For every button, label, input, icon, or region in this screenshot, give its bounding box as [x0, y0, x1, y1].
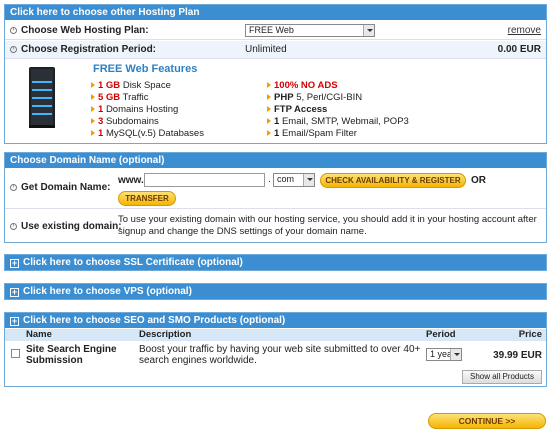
feature-item: 3 Subdomains: [91, 116, 159, 127]
seo-panel: + Click here to choose SEO and SMO Produc…: [4, 312, 547, 387]
hosting-plan-panel: Click here to choose other Hosting Plan …: [4, 4, 547, 144]
period-value: Unlimited: [245, 44, 287, 55]
show-all-products-button[interactable]: Show all Products: [462, 370, 542, 384]
ssl-header[interactable]: + Click here to choose SSL Certificate (o…: [5, 255, 546, 270]
existing-domain-text-line2: signup and change the DNS settings of yo…: [118, 226, 367, 237]
chevron-down-icon: [363, 25, 374, 36]
col-period: Period: [426, 329, 456, 340]
table-row: Site Search Engine Submission Boost your…: [5, 342, 546, 368]
plus-icon: +: [10, 258, 19, 268]
ssl-panel: + Click here to choose SSL Certificate (o…: [4, 254, 547, 271]
feature-item: 1 Domains Hosting: [91, 104, 178, 115]
product-name-line1: Site Search Engine: [26, 344, 117, 355]
arrow-right-icon: [91, 82, 95, 88]
existing-domain-text-line1: To use your existing domain with our hos…: [118, 214, 537, 225]
hosting-plan-select[interactable]: FREE Web: [245, 24, 375, 37]
existing-domain-row: › Use existing domain: To use your exist…: [5, 210, 546, 243]
domain-name-input[interactable]: [144, 173, 265, 187]
vps-panel: + Click here to choose VPS (optional): [4, 283, 547, 300]
ssl-header-label: Click here to choose SSL Certificate (op…: [23, 257, 243, 268]
arrow-right-icon: [267, 130, 271, 136]
chevron-down-icon: [450, 349, 461, 360]
seo-header-label: Click here to choose SEO and SMO Product…: [23, 315, 286, 326]
or-text: OR: [471, 175, 486, 186]
product-price: 39.99 EUR: [493, 350, 542, 361]
plan-price: 0.00 EUR: [497, 44, 541, 55]
product-description-line1: Boost your traffic by having your web si…: [139, 344, 421, 355]
period-row: › Choose Registration Period: Unlimited …: [5, 41, 546, 59]
plus-icon: +: [10, 287, 19, 297]
arrow-bullet-icon: ›: [10, 27, 17, 34]
arrow-right-icon: [91, 106, 95, 112]
arrow-right-icon: [91, 94, 95, 100]
col-description: Description: [139, 329, 192, 340]
period-label: Choose Registration Period:: [21, 44, 157, 55]
arrow-right-icon: [267, 94, 271, 100]
features-title: FREE Web Features: [93, 63, 198, 75]
plus-icon: +: [10, 316, 19, 326]
check-availability-button[interactable]: CHECK AVAILABILITY & REGISTER: [320, 173, 466, 188]
features-area: FREE Web Features 1 GB Disk Space 5 GB T…: [5, 60, 546, 144]
vps-header-label: Click here to choose VPS (optional): [23, 286, 192, 297]
feature-item: PHP 5, Perl/CGI-BIN: [267, 92, 362, 103]
feature-item: FTP Access: [267, 104, 327, 115]
feature-item: 100% NO ADS: [267, 80, 338, 91]
seo-header[interactable]: + Click here to choose SEO and SMO Produc…: [5, 313, 546, 328]
plan-row: › Choose Web Hosting Plan: FREE Web remo…: [5, 21, 546, 40]
hosting-plan-header[interactable]: Click here to choose other Hosting Plan: [5, 5, 546, 20]
product-name-line2: Submission: [26, 355, 83, 366]
transfer-button[interactable]: TRANSFER: [118, 191, 176, 206]
arrow-right-icon: [267, 82, 271, 88]
vps-header[interactable]: + Click here to choose VPS (optional): [5, 284, 546, 299]
hosting-plan-select-value: FREE Web: [249, 25, 294, 35]
period-select[interactable]: 1 year: [426, 348, 462, 361]
arrow-bullet-icon: ›: [10, 223, 17, 230]
continue-button[interactable]: CONTINUE >>: [428, 413, 546, 429]
existing-domain-label: Use existing domain:: [21, 221, 122, 232]
feature-item: 1 Email/Spam Filter: [267, 128, 357, 139]
feature-item: 5 GB Traffic: [91, 92, 149, 103]
chevron-down-icon: [303, 174, 314, 186]
arrow-right-icon: [91, 118, 95, 124]
arrow-bullet-icon: ›: [10, 184, 17, 191]
tld-select[interactable]: com: [273, 173, 315, 187]
product-checkbox[interactable]: [11, 349, 20, 358]
plan-label: Choose Web Hosting Plan:: [21, 25, 149, 36]
feature-item: 1 MySQL(v.5) Databases: [91, 128, 204, 139]
domain-panel: Choose Domain Name (optional) › Get Doma…: [4, 152, 547, 243]
www-prefix: www.: [118, 175, 144, 186]
arrow-right-icon: [267, 106, 271, 112]
server-icon: [29, 67, 55, 128]
feature-item: 1 Email, SMTP, Webmail, POP3: [267, 116, 409, 127]
col-name: Name: [26, 329, 52, 340]
get-domain-label: Get Domain Name:: [21, 182, 111, 193]
arrow-bullet-icon: ›: [10, 46, 17, 53]
get-domain-row: › Get Domain Name: www. . com CHECK AVAI…: [5, 169, 546, 209]
arrow-right-icon: [267, 118, 271, 124]
remove-link[interactable]: remove: [508, 25, 541, 36]
tld-select-value: com: [277, 174, 295, 184]
feature-item: 1 GB Disk Space: [91, 80, 171, 91]
dot-separator: .: [268, 174, 271, 185]
seo-table-header: Name Description Period Price: [5, 329, 546, 341]
col-price: Price: [518, 329, 542, 340]
domain-header: Choose Domain Name (optional): [5, 153, 546, 168]
product-description-line2: search engines worldwide.: [139, 355, 257, 366]
arrow-right-icon: [91, 130, 95, 136]
